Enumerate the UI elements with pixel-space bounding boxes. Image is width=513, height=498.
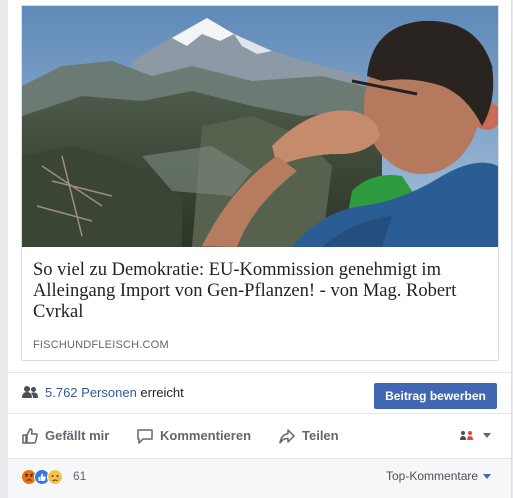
sad-reaction-icon xyxy=(47,469,63,485)
like-label: Gefällt mir xyxy=(45,428,110,443)
comment-label: Kommentieren xyxy=(160,428,252,443)
reach-count-link[interactable]: 5.762 Personen xyxy=(45,385,137,400)
post-card: So viel zu Demokratie: EU-Kommission gen… xyxy=(8,0,512,498)
audience-selector[interactable] xyxy=(459,428,499,444)
boost-post-button[interactable]: Beitrag bewerben xyxy=(374,383,497,409)
thumbs-up-icon xyxy=(22,428,38,444)
reach-bar: 5.762 Personen erreicht Beitrag bewerben xyxy=(8,372,511,414)
link-preview-image[interactable] xyxy=(22,6,498,247)
share-arrow-icon xyxy=(279,429,295,444)
speech-bubble-icon xyxy=(137,429,153,444)
link-domain: FISCHUNDFLEISCH.COM xyxy=(33,339,169,351)
chevron-down-icon xyxy=(483,474,492,480)
reaction-count[interactable]: 61 xyxy=(73,469,86,483)
reactions-summary[interactable] xyxy=(21,468,77,486)
reach-text: 5.762 Personen erreicht xyxy=(45,385,184,400)
share-label: Teilen xyxy=(302,428,339,443)
link-headline[interactable]: So viel zu Demokratie: EU-Kommission gen… xyxy=(33,260,489,323)
chevron-down-icon xyxy=(483,433,491,438)
link-preview[interactable]: So viel zu Demokratie: EU-Kommission gen… xyxy=(21,5,499,361)
like-button[interactable]: Gefällt mir xyxy=(21,425,121,447)
comment-sort-label: Top-Kommentare xyxy=(386,469,479,483)
share-button[interactable]: Teilen xyxy=(278,425,358,447)
comment-sort-dropdown[interactable]: Top-Kommentare xyxy=(386,469,492,483)
friends-icon xyxy=(460,431,473,440)
people-icon xyxy=(22,386,38,398)
action-bar: Gefällt mir Kommentieren Teilen xyxy=(8,414,511,459)
reach-suffix: erreicht xyxy=(136,385,184,400)
reactions-footer: 61 Top-Kommentare xyxy=(8,459,511,498)
comment-button[interactable]: Kommentieren xyxy=(136,425,261,447)
